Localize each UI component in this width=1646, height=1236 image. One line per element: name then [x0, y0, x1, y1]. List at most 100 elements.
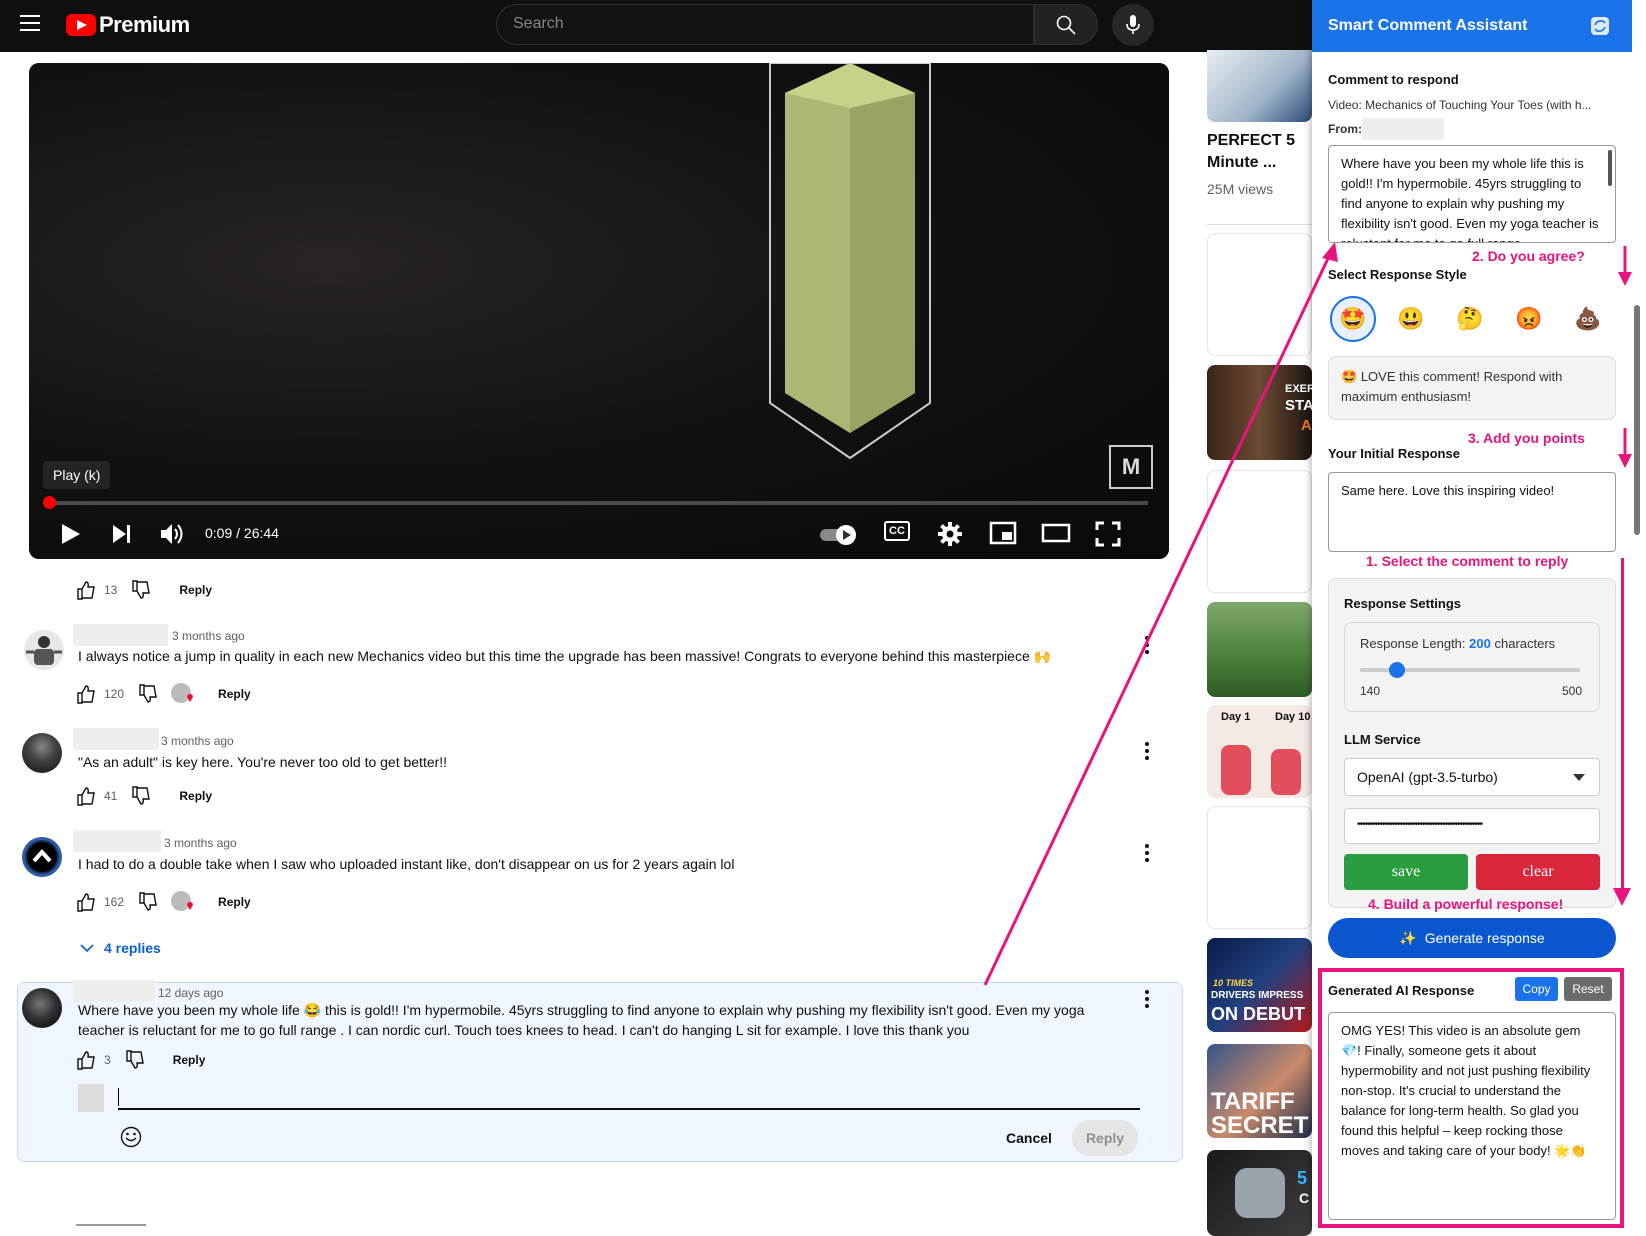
length-slider-thumb[interactable]	[1388, 662, 1405, 678]
avatar[interactable]	[22, 988, 62, 1028]
volume-icon[interactable]	[159, 522, 185, 546]
dislike-icon[interactable]	[138, 684, 158, 704]
search-button[interactable]	[1034, 4, 1098, 45]
progress-bar[interactable]	[43, 496, 1148, 509]
replies-toggle[interactable]: 4 replies	[80, 940, 161, 956]
theater-mode-icon[interactable]	[1041, 523, 1071, 543]
captions-icon[interactable]: CC	[884, 521, 910, 541]
from-name-placeholder	[1362, 118, 1444, 140]
generated-response-textarea[interactable]: OMG YES! This video is an absolute gem 💎…	[1328, 1012, 1616, 1220]
reply-button[interactable]: Reply	[179, 583, 212, 597]
avatar[interactable]	[22, 733, 62, 773]
length-slider[interactable]	[1360, 662, 1580, 678]
progress-scrubber[interactable]	[43, 496, 56, 509]
llm-service-select[interactable]: OpenAI (gpt-3.5-turbo)	[1344, 758, 1600, 796]
video-thumbnail[interactable]	[1207, 50, 1312, 122]
miniplayer-icon[interactable]	[989, 521, 1017, 545]
reply-button[interactable]: Reply	[218, 687, 251, 701]
avatar[interactable]	[24, 630, 64, 670]
save-button[interactable]: save	[1344, 854, 1468, 890]
comment-time[interactable]: 3 months ago	[172, 629, 245, 643]
comment-textarea[interactable]: Where have you been my whole life this i…	[1328, 145, 1616, 243]
refresh-icon[interactable]	[1590, 16, 1610, 36]
like-icon[interactable]	[76, 892, 96, 912]
api-key-input[interactable]: ••••••••••••••••••••••••••••••••••••••••…	[1344, 808, 1600, 844]
author-name[interactable]	[73, 624, 168, 646]
avatar[interactable]	[22, 837, 62, 877]
reply-button[interactable]: Reply	[218, 895, 251, 909]
panel-scrollbar[interactable]	[1634, 305, 1640, 535]
like-icon[interactable]	[76, 580, 96, 600]
clear-button[interactable]: clear	[1476, 854, 1600, 890]
video-thumbnail[interactable]: 5 C	[1207, 1150, 1312, 1236]
video-thumbnail[interactable]: TARIFF SECRET	[1207, 1044, 1312, 1138]
dislike-icon[interactable]	[131, 786, 151, 806]
video-thumbnail-placeholder[interactable]	[1207, 233, 1312, 356]
style-desc-emoji: 🤩	[1341, 369, 1358, 384]
cancel-button[interactable]: Cancel	[1006, 1130, 1052, 1146]
video-thumbnail[interactable]: 10 TIMES DRIVERS IMPRESS ON DEBUT	[1207, 938, 1312, 1032]
thumb-text: Day 10	[1275, 711, 1311, 723]
voice-search-button[interactable]	[1112, 4, 1154, 46]
arrow-down-annotation	[1618, 246, 1632, 286]
autoplay-toggle-icon[interactable]	[819, 523, 859, 545]
more-actions-icon[interactable]	[1145, 844, 1149, 865]
settings-gear-icon[interactable]	[937, 521, 963, 547]
comment-time[interactable]: 3 months ago	[161, 734, 234, 748]
dislike-icon[interactable]	[125, 1050, 145, 1070]
comment-time[interactable]: 12 days ago	[158, 986, 223, 1000]
emoji-picker-icon[interactable]	[120, 1126, 142, 1148]
smart-comment-assistant-panel: Smart Comment Assistant Comment to respo…	[1312, 0, 1646, 1236]
initial-response-input[interactable]: Same here. Love this inspiring video!	[1328, 472, 1616, 552]
reply-button[interactable]: Reply	[173, 1053, 206, 1067]
textarea-scrollbar[interactable]	[1608, 150, 1612, 186]
comment-time[interactable]: 3 months ago	[164, 836, 237, 850]
length-value: 200	[1469, 636, 1491, 651]
more-actions-icon[interactable]	[1145, 742, 1149, 763]
video-thumbnail[interactable]: Day 1 Day 10	[1207, 705, 1312, 798]
video-thumbnail-placeholder[interactable]	[1207, 470, 1312, 593]
video-thumbnail[interactable]	[1207, 602, 1312, 697]
video-line: Video: Mechanics of Touching Your Toes (…	[1328, 98, 1592, 112]
author-name[interactable]	[73, 980, 155, 1002]
comment-text: I had to do a double take when I saw who…	[78, 856, 735, 872]
style-thinking-button[interactable]: 🤔	[1447, 296, 1493, 342]
channel-watermark[interactable]: M	[1109, 445, 1153, 489]
dislike-icon[interactable]	[131, 580, 151, 600]
llm-service-value: OpenAI (gpt-3.5-turbo)	[1357, 769, 1498, 785]
author-name[interactable]	[73, 728, 159, 750]
author-name[interactable]	[73, 830, 161, 852]
style-love-button[interactable]: 🤩	[1330, 296, 1376, 342]
next-icon[interactable]	[111, 523, 133, 545]
video-thumbnail-placeholder[interactable]	[1207, 806, 1312, 929]
initial-response-label: Your Initial Response	[1328, 446, 1460, 461]
comment-label: Comment to respond	[1328, 72, 1459, 87]
like-icon[interactable]	[76, 684, 96, 704]
like-icon[interactable]	[76, 786, 96, 806]
like-icon[interactable]	[76, 1050, 96, 1070]
video-title[interactable]: PERFECT 5 Minute ...	[1207, 130, 1295, 174]
fullscreen-icon[interactable]	[1095, 521, 1121, 547]
style-happy-button[interactable]: 😃	[1388, 296, 1434, 342]
style-angry-button[interactable]: 😡	[1506, 296, 1552, 342]
reply-button[interactable]: Reply	[179, 789, 212, 803]
submit-reply-button[interactable]: Reply	[1072, 1120, 1138, 1156]
reset-button[interactable]: Reset	[1564, 977, 1612, 1001]
more-actions-icon[interactable]	[1145, 990, 1149, 1011]
step-1-annotation: 1. Select the comment to reply	[1366, 553, 1569, 569]
generate-response-button[interactable]: ✨ Generate response	[1328, 918, 1616, 958]
menu-icon[interactable]	[20, 15, 40, 31]
dislike-icon[interactable]	[138, 892, 158, 912]
video-player[interactable]: M Play (k) 0:09 / 26:44 CC	[29, 63, 1169, 559]
search-input[interactable]: Search	[496, 4, 1034, 45]
more-actions-icon[interactable]	[1145, 636, 1149, 657]
avatar-image	[27, 842, 57, 872]
video-thumbnail[interactable]: EXERC STAY AP	[1207, 365, 1312, 460]
youtube-logo[interactable]: Premium	[66, 12, 190, 38]
comment-actions: 3 Reply	[76, 1050, 205, 1070]
play-icon[interactable]	[59, 523, 81, 545]
copy-button[interactable]: Copy	[1515, 977, 1558, 1001]
style-poop-button[interactable]: 💩	[1565, 296, 1611, 342]
reply-input[interactable]	[118, 1086, 1140, 1110]
sparkle-icon: ✨	[1399, 929, 1417, 946]
